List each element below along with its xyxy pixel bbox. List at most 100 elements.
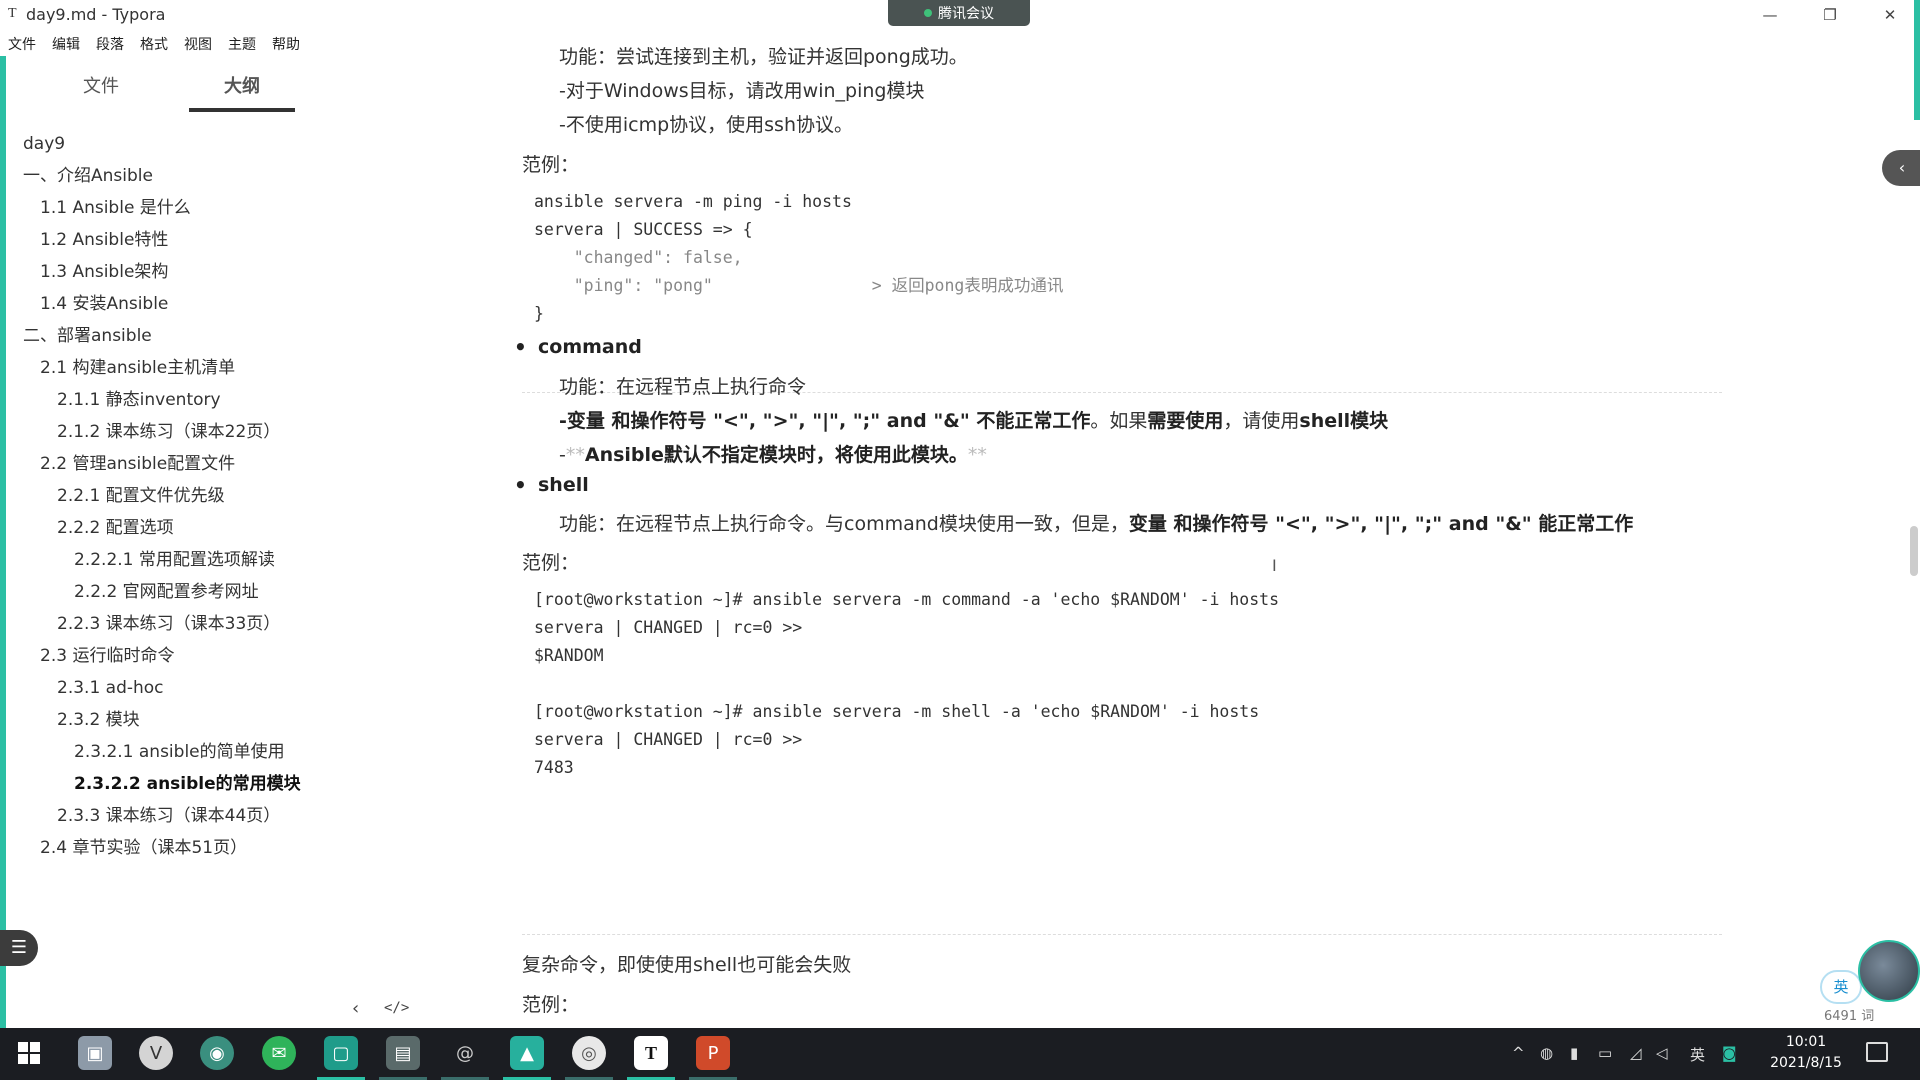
outline-item[interactable]: 2.2.1 配置文件优先级 bbox=[6, 480, 396, 512]
minimize-button[interactable]: — bbox=[1740, 0, 1800, 30]
outline-item[interactable]: 2.3.2 模块 bbox=[6, 704, 396, 736]
clock-date: 2021/8/15 bbox=[1770, 1055, 1842, 1071]
outline-item[interactable]: 2.4 章节实验（课本51页） bbox=[6, 832, 396, 864]
menu-edit[interactable]: 编辑 bbox=[44, 30, 88, 56]
windows-start-icon[interactable] bbox=[18, 1042, 40, 1064]
dash-prefix: - bbox=[559, 444, 566, 466]
editor[interactable]: 功能：尝试连接到主机，验证并返回pong成功。 -对于Windows目标，请改用… bbox=[396, 30, 1914, 1028]
vivaldi-icon[interactable]: V bbox=[139, 1036, 173, 1070]
code-line: [root@workstation ~]# ansible servera -m… bbox=[534, 702, 1260, 721]
menu-paragraph[interactable]: 段落 bbox=[88, 30, 132, 56]
shell-func: 功能：在远程节点上执行命令。与command模块使用一致，但是，变量 和操作符号… bbox=[559, 509, 1633, 536]
code-line: servera | CHANGED | rc=0 >> bbox=[534, 618, 803, 637]
command-note-bold3: shell模块 bbox=[1299, 410, 1389, 432]
avatar[interactable] bbox=[1858, 940, 1920, 1002]
outline-item[interactable]: 2.3.2.1 ansible的简单使用 bbox=[6, 736, 396, 768]
code-line: servera | SUCCESS => { bbox=[534, 220, 753, 239]
outline-item[interactable]: 2.2.2 配置选项 bbox=[6, 512, 396, 544]
maximize-button[interactable]: ❐ bbox=[1800, 0, 1860, 30]
outline-item[interactable]: 1.4 安装Ansible bbox=[6, 288, 396, 320]
microphone-icon[interactable]: ▮ bbox=[1570, 1044, 1578, 1062]
close-button[interactable]: ✕ bbox=[1860, 0, 1920, 30]
typora-icon[interactable]: T bbox=[634, 1036, 668, 1070]
bullet-command: command bbox=[514, 335, 642, 359]
clock[interactable]: 10:01 2021/8/15 bbox=[1766, 1032, 1846, 1074]
word-count[interactable]: 6491 词 bbox=[1824, 1005, 1874, 1024]
menu-file[interactable]: 文件 bbox=[0, 30, 44, 56]
remote-icon[interactable]: ▢ bbox=[324, 1036, 358, 1070]
code-line: ansible servera -m ping -i hosts bbox=[534, 192, 852, 211]
sidebar-footer: ‹ </> bbox=[6, 996, 409, 1026]
powerpoint-icon[interactable]: P bbox=[696, 1036, 730, 1070]
code-line: [root@workstation ~]# ansible servera -m… bbox=[522, 586, 1722, 614]
typora-app-icon: T bbox=[8, 6, 17, 21]
outline-item[interactable]: 二、部署ansible bbox=[6, 320, 396, 352]
outline-item[interactable]: 2.2.2 官网配置参考网址 bbox=[6, 576, 396, 608]
clock-time: 10:01 bbox=[1785, 1034, 1827, 1050]
outline-item[interactable]: 1.1 Ansible 是什么 bbox=[6, 192, 396, 224]
outline-item[interactable]: 2.3.2.2 ansible的常用模块 bbox=[6, 768, 396, 800]
meeting-icon[interactable]: ▲ bbox=[510, 1036, 544, 1070]
meeting-label: 腾讯会议 bbox=[938, 6, 994, 22]
outline-item[interactable]: 2.1.1 静态inventory bbox=[6, 384, 396, 416]
code-block[interactable]: ansible servera -m ping -i hosts servera… bbox=[522, 188, 1722, 328]
battery-icon[interactable]: ▭ bbox=[1598, 1044, 1612, 1062]
code-line: servera | CHANGED | rc=0 >> bbox=[534, 730, 803, 749]
menu-help[interactable]: 帮助 bbox=[264, 30, 308, 56]
code-line: $RANDOM bbox=[534, 646, 604, 665]
outline-item[interactable]: 2.2.2.1 常用配置选项解读 bbox=[6, 544, 396, 576]
code-line: "ping": "pong" > 返回pong表明成功通讯 bbox=[534, 276, 1064, 295]
meeting-indicator[interactable]: 腾讯会议 bbox=[888, 0, 1030, 26]
outline-item[interactable]: day9 bbox=[6, 128, 396, 160]
wechat-icon[interactable]: ✉ bbox=[262, 1036, 296, 1070]
ime-indicator[interactable]: 英 bbox=[1820, 970, 1862, 1004]
code-block[interactable]: [root@workstation ~]# ansible servera -m… bbox=[522, 586, 1722, 782]
outline-list: day9 一、介绍Ansible 1.1 Ansible 是什么 1.2 Ansibl… bbox=[6, 128, 396, 864]
outline-item[interactable]: 2.2.3 课本练习（课本33页） bbox=[6, 608, 396, 640]
command-default: -**Ansible默认不指定模块时，将使用此模块。** bbox=[559, 440, 987, 467]
outline-item[interactable]: 一、介绍Ansible bbox=[6, 160, 396, 192]
example-label: 范例： bbox=[522, 154, 580, 176]
tab-outline[interactable]: 大纲 bbox=[189, 72, 295, 112]
tray-app-icon[interactable]: ◍ bbox=[1540, 1044, 1553, 1062]
language-indicator[interactable]: 英 bbox=[1690, 1044, 1705, 1065]
code-line: 7483 bbox=[534, 758, 574, 777]
sidebar: 文件 大纲 day9 一、介绍Ansible 1.1 Ansible 是什么 1.2 … bbox=[6, 58, 409, 1028]
outline-item[interactable]: 2.3.1 ad-hoc bbox=[6, 672, 396, 704]
tab-files[interactable]: 文件 bbox=[48, 72, 154, 112]
outline-toggle-icon[interactable]: ☰ bbox=[0, 930, 38, 966]
outline-item[interactable]: 2.3.3 课本练习（课本44页） bbox=[6, 800, 396, 832]
scrollbar[interactable] bbox=[1910, 526, 1918, 576]
outline-item[interactable]: 1.3 Ansible架构 bbox=[6, 256, 396, 288]
folder-icon[interactable]: ▤ bbox=[386, 1036, 420, 1070]
outline-item[interactable]: 2.1 构建ansible主机清单 bbox=[6, 352, 396, 384]
chevron-left-icon[interactable]: ‹ bbox=[352, 998, 359, 1019]
outline-item[interactable]: 2.2 管理ansible配置文件 bbox=[6, 448, 396, 480]
input-method-icon[interactable]: ◙ bbox=[1722, 1044, 1737, 1062]
chevron-left-icon[interactable]: ‹ bbox=[1882, 150, 1920, 186]
file-explorer-icon[interactable]: ▣ bbox=[78, 1036, 112, 1070]
command-note-bold2: 需要使用 bbox=[1147, 410, 1224, 432]
code-line: } bbox=[534, 304, 544, 323]
outline-item[interactable]: 2.3 运行临时命令 bbox=[6, 640, 396, 672]
menu-view[interactable]: 视图 bbox=[176, 30, 220, 56]
paragraph: -不使用icmp协议，使用ssh协议。 bbox=[559, 114, 853, 136]
example-label: 范例： bbox=[522, 552, 580, 574]
notification-icon[interactable] bbox=[1866, 1042, 1888, 1062]
text-cursor-icon: I bbox=[1272, 556, 1277, 575]
snail-icon[interactable]: @ bbox=[448, 1036, 482, 1070]
outline-item[interactable]: 2.1.2 课本练习（课本22页） bbox=[6, 416, 396, 448]
menu-theme[interactable]: 主题 bbox=[220, 30, 264, 56]
sidebar-tabs: 文件 大纲 bbox=[6, 72, 396, 112]
volume-icon[interactable]: ◁ bbox=[1656, 1044, 1668, 1062]
browser-icon[interactable]: ◉ bbox=[200, 1036, 234, 1070]
command-default-bold: Ansible默认不指定模块时，将使用此模块。 bbox=[584, 444, 968, 466]
taskbar: ▣ V ◉ ✉ ▢ ▤ @ ▲ ◎ T P ^ ◍ ▮ ▭ ◿ ◁ 英 ◙ 10… bbox=[0, 1028, 1920, 1080]
chevron-up-icon[interactable]: ^ bbox=[1512, 1044, 1525, 1062]
menu-format[interactable]: 格式 bbox=[132, 30, 176, 56]
outline-item[interactable]: 1.2 Ansible特性 bbox=[6, 224, 396, 256]
network-icon[interactable]: ◿ bbox=[1630, 1044, 1642, 1062]
chrome-icon[interactable]: ◎ bbox=[572, 1036, 606, 1070]
divider bbox=[522, 934, 1722, 935]
